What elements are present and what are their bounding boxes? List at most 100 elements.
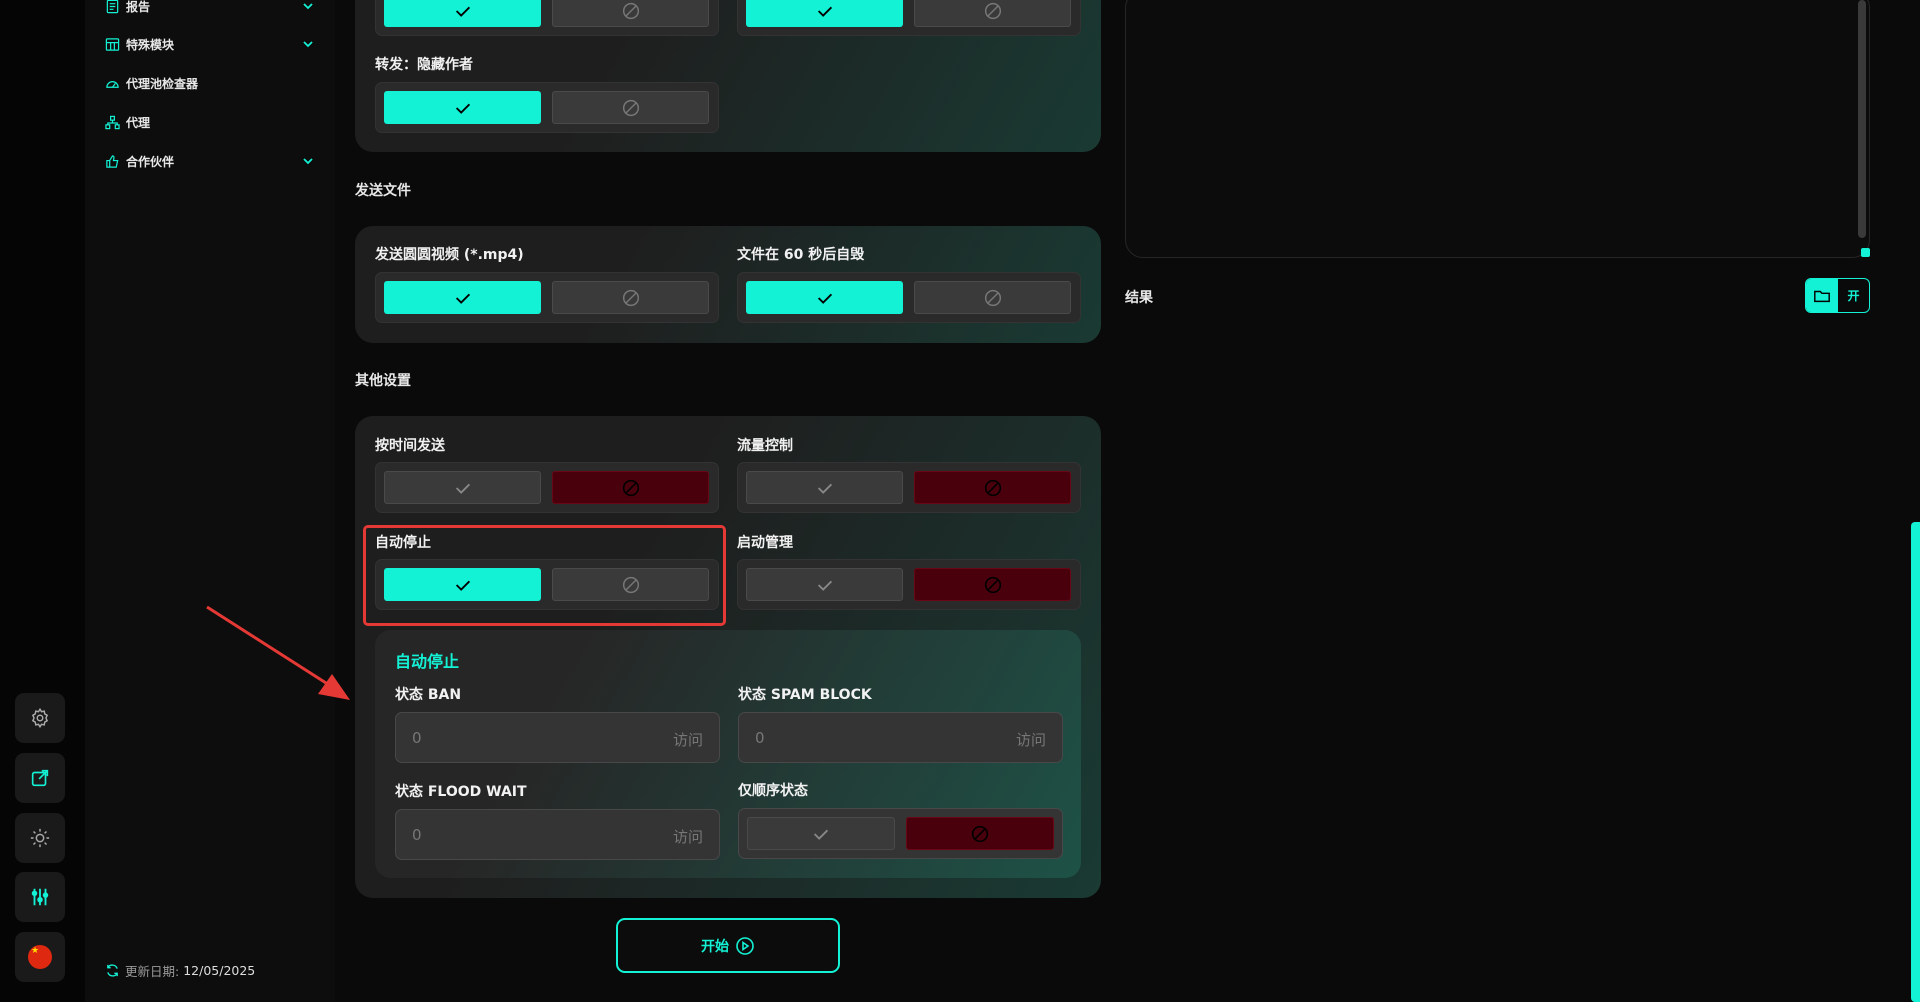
hide-author-label: 转发：隐藏作者 xyxy=(375,57,473,73)
ban-icon xyxy=(984,289,1001,306)
flood-wait-input[interactable]: 0 访问 xyxy=(395,809,720,860)
autostop-panel: 自动停止 状态 BAN 0 访问 状态 SPAM BLOCK 0 访问 状态 F… xyxy=(375,630,1081,878)
flood-wait-label: 状态 FLOOD WAIT xyxy=(395,784,527,800)
check-icon xyxy=(817,293,832,304)
report-icon xyxy=(106,0,119,13)
update-label: 更新日期: xyxy=(125,964,180,979)
enable-option[interactable] xyxy=(384,281,541,314)
disable-option[interactable] xyxy=(914,281,1071,314)
ban-icon xyxy=(971,825,989,842)
ban-icon xyxy=(984,479,1001,496)
thumbs-up-icon xyxy=(106,154,119,168)
folder-icon xyxy=(1814,290,1830,302)
ban-status-input[interactable]: 0 访问 xyxy=(395,712,720,763)
input-value: 0 xyxy=(755,729,765,747)
video-note-label: 发送圆圆视频 (*.mp4) xyxy=(375,247,524,263)
open-folder-button[interactable] xyxy=(1806,279,1838,312)
check-icon xyxy=(817,483,832,494)
self-destruct-label: 文件在 60 秒后自毁 xyxy=(737,247,865,263)
input-unit: 访问 xyxy=(672,731,703,749)
check-icon xyxy=(817,580,832,591)
sliders-icon xyxy=(31,888,49,906)
output-textarea[interactable] xyxy=(1125,0,1870,258)
other-settings-title: 其他设置 xyxy=(355,373,411,389)
enable-option[interactable] xyxy=(746,568,903,601)
disable-option[interactable] xyxy=(552,91,709,124)
forward-toggle-2 xyxy=(737,0,1081,36)
nav-item-special-modules[interactable]: 特殊模块 xyxy=(105,32,315,56)
sequential-status-toggle xyxy=(738,808,1063,859)
update-date: 更新日期: 12/05/2025 xyxy=(105,961,255,980)
ban-icon xyxy=(984,576,1001,593)
chevron-down-icon xyxy=(303,158,313,165)
enable-option[interactable] xyxy=(746,0,903,27)
update-date-value: 12/05/2025 xyxy=(183,963,256,978)
main-settings: 转发：隐藏作者 发送文件 发送圆圆视频 (*.mp4) 文件在 60 秒后自毁 … xyxy=(335,0,1105,1002)
enable-option[interactable] xyxy=(384,0,541,27)
spam-block-input[interactable]: 0 访问 xyxy=(738,712,1063,763)
check-icon xyxy=(455,483,470,494)
chevron-down-icon xyxy=(303,41,313,48)
disable-option[interactable] xyxy=(552,0,709,27)
ban-status-label: 状态 BAN xyxy=(395,687,462,703)
hide-author-toggle xyxy=(375,82,719,133)
nav-item-label: 报告 xyxy=(126,0,151,14)
enable-option[interactable] xyxy=(747,817,895,850)
settings-button[interactable] xyxy=(15,693,65,743)
play-circle-icon xyxy=(736,936,754,955)
disable-option[interactable] xyxy=(914,0,1071,27)
highlight-box xyxy=(363,525,726,626)
language-button[interactable] xyxy=(15,932,65,982)
launch-management-toggle xyxy=(737,559,1081,610)
nav-item-reports[interactable]: 报告 xyxy=(105,0,315,18)
enable-option[interactable] xyxy=(384,91,541,124)
disable-option[interactable] xyxy=(914,568,1071,601)
video-note-toggle xyxy=(375,272,719,323)
sequential-status-label: 仅顺序状态 xyxy=(738,783,808,799)
check-icon xyxy=(455,293,470,304)
network-icon xyxy=(105,115,120,129)
ban-icon xyxy=(984,2,1001,19)
self-destruct-toggle xyxy=(737,272,1081,323)
enable-option[interactable] xyxy=(746,471,903,504)
enable-option[interactable] xyxy=(384,471,541,504)
resize-handle[interactable] xyxy=(1861,248,1870,257)
nav-item-label: 特殊模块 xyxy=(126,37,175,52)
sliders-button[interactable] xyxy=(15,872,65,922)
nav-panel: 报告 特殊模块 代理池检查器 代理 合作伙伴 更新日期: 12/05/2025 xyxy=(85,0,335,1002)
launch-management-label: 启动管理 xyxy=(737,535,793,551)
disable-option[interactable] xyxy=(552,471,709,504)
input-value: 0 xyxy=(412,729,422,747)
forward-toggle-1 xyxy=(375,0,719,36)
disable-option[interactable] xyxy=(552,281,709,314)
check-icon xyxy=(817,6,832,17)
input-unit: 访问 xyxy=(1015,731,1046,749)
spam-block-label: 状态 SPAM BLOCK xyxy=(738,687,872,703)
open-button[interactable]: 开 xyxy=(1838,279,1869,312)
disable-option[interactable] xyxy=(906,817,1054,850)
china-flag-icon xyxy=(28,945,52,969)
theme-button[interactable] xyxy=(15,813,65,863)
gear-icon xyxy=(31,707,49,729)
external-link-icon xyxy=(31,769,49,787)
nav-item-proxy-checker[interactable]: 代理池检查器 xyxy=(105,71,315,95)
nav-item-partners[interactable]: 合作伙伴 xyxy=(105,149,315,173)
results-label: 结果 xyxy=(1125,290,1153,306)
enable-option[interactable] xyxy=(746,281,903,314)
input-unit: 访问 xyxy=(672,828,703,846)
nav-item-proxy[interactable]: 代理 xyxy=(105,110,315,134)
flow-control-label: 流量控制 xyxy=(737,438,793,454)
disable-option[interactable] xyxy=(914,471,1071,504)
autostop-panel-title: 自动停止 xyxy=(395,652,460,671)
output-scrollbar[interactable] xyxy=(1858,0,1866,238)
table-icon xyxy=(105,37,120,51)
start-label: 开始 xyxy=(701,938,729,955)
start-button[interactable]: 开始 xyxy=(616,918,840,973)
schedule-label: 按时间发送 xyxy=(375,438,445,454)
nav-item-label: 合作伙伴 xyxy=(126,154,175,169)
flow-control-toggle xyxy=(737,462,1081,513)
icon-rail xyxy=(0,0,85,1002)
chevron-down-icon xyxy=(303,3,313,10)
external-link-button[interactable] xyxy=(15,753,65,803)
page-scrollbar[interactable] xyxy=(1911,522,1920,1002)
